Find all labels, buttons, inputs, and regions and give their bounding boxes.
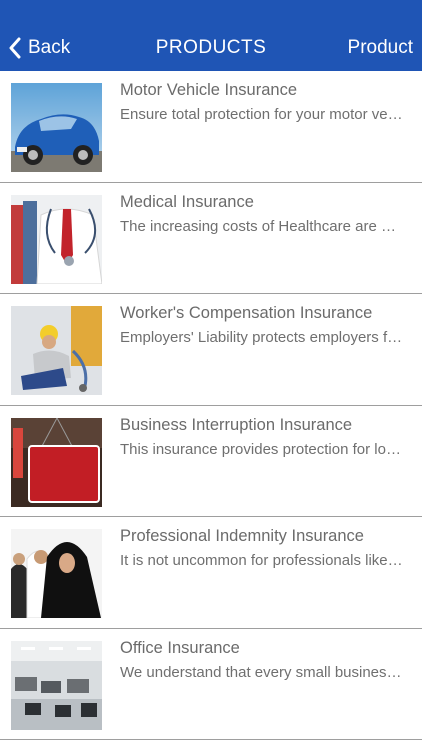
list-item-motor-vehicle-insurance[interactable]: Motor Vehicle Insurance Ensure total pro… [0,71,422,183]
list-item-office-insurance[interactable]: Office Insurance We understand that ever… [0,628,422,740]
list-item-medical-insurance[interactable]: Medical Insurance The increasing costs o… [0,182,422,294]
product-button[interactable]: Product [348,37,413,59]
product-title: Business Interruption Insurance [120,415,353,434]
product-description: We understand that every small business … [120,663,403,681]
injured-worker-photo [11,306,102,395]
doctor-stethoscope-photo [11,194,102,284]
product-title: Worker's Compensation Insurance [120,304,373,322]
product-list: Motor Vehicle Insurance Ensure total pro… [0,71,422,740]
product-description: This insurance provides protection for l… [120,440,403,458]
product-description: It is not uncommon for professionals lik… [120,552,403,569]
product-title: Medical Insurance [120,192,254,211]
product-title: Office Insurance [120,638,240,657]
sorry-closed-sign-photo [11,417,102,507]
professionals-group-photo [11,529,102,618]
list-item-workers-compensation-insurance[interactable]: Worker's Compensation Insurance Employer… [0,294,422,406]
product-description: Employers' Liability protects employers … [120,329,403,346]
office-interior-photo [11,640,102,730]
blue-car-photo [11,83,102,172]
product-description: The increasing costs of Healthcare are a… [120,217,403,235]
list-item-professional-indemnity-insurance[interactable]: Professional Indemnity Insurance It is n… [0,517,422,629]
navigation-bar: Back PRODUCTS Product [0,0,422,71]
product-title: Professional Indemnity Insurance [120,527,364,545]
list-item-business-interruption-insurance[interactable]: Business Interruption Insurance This ins… [0,405,422,517]
product-title: Motor Vehicle Insurance [120,81,298,99]
product-description: Ensure total protection for your motor v… [120,106,403,123]
